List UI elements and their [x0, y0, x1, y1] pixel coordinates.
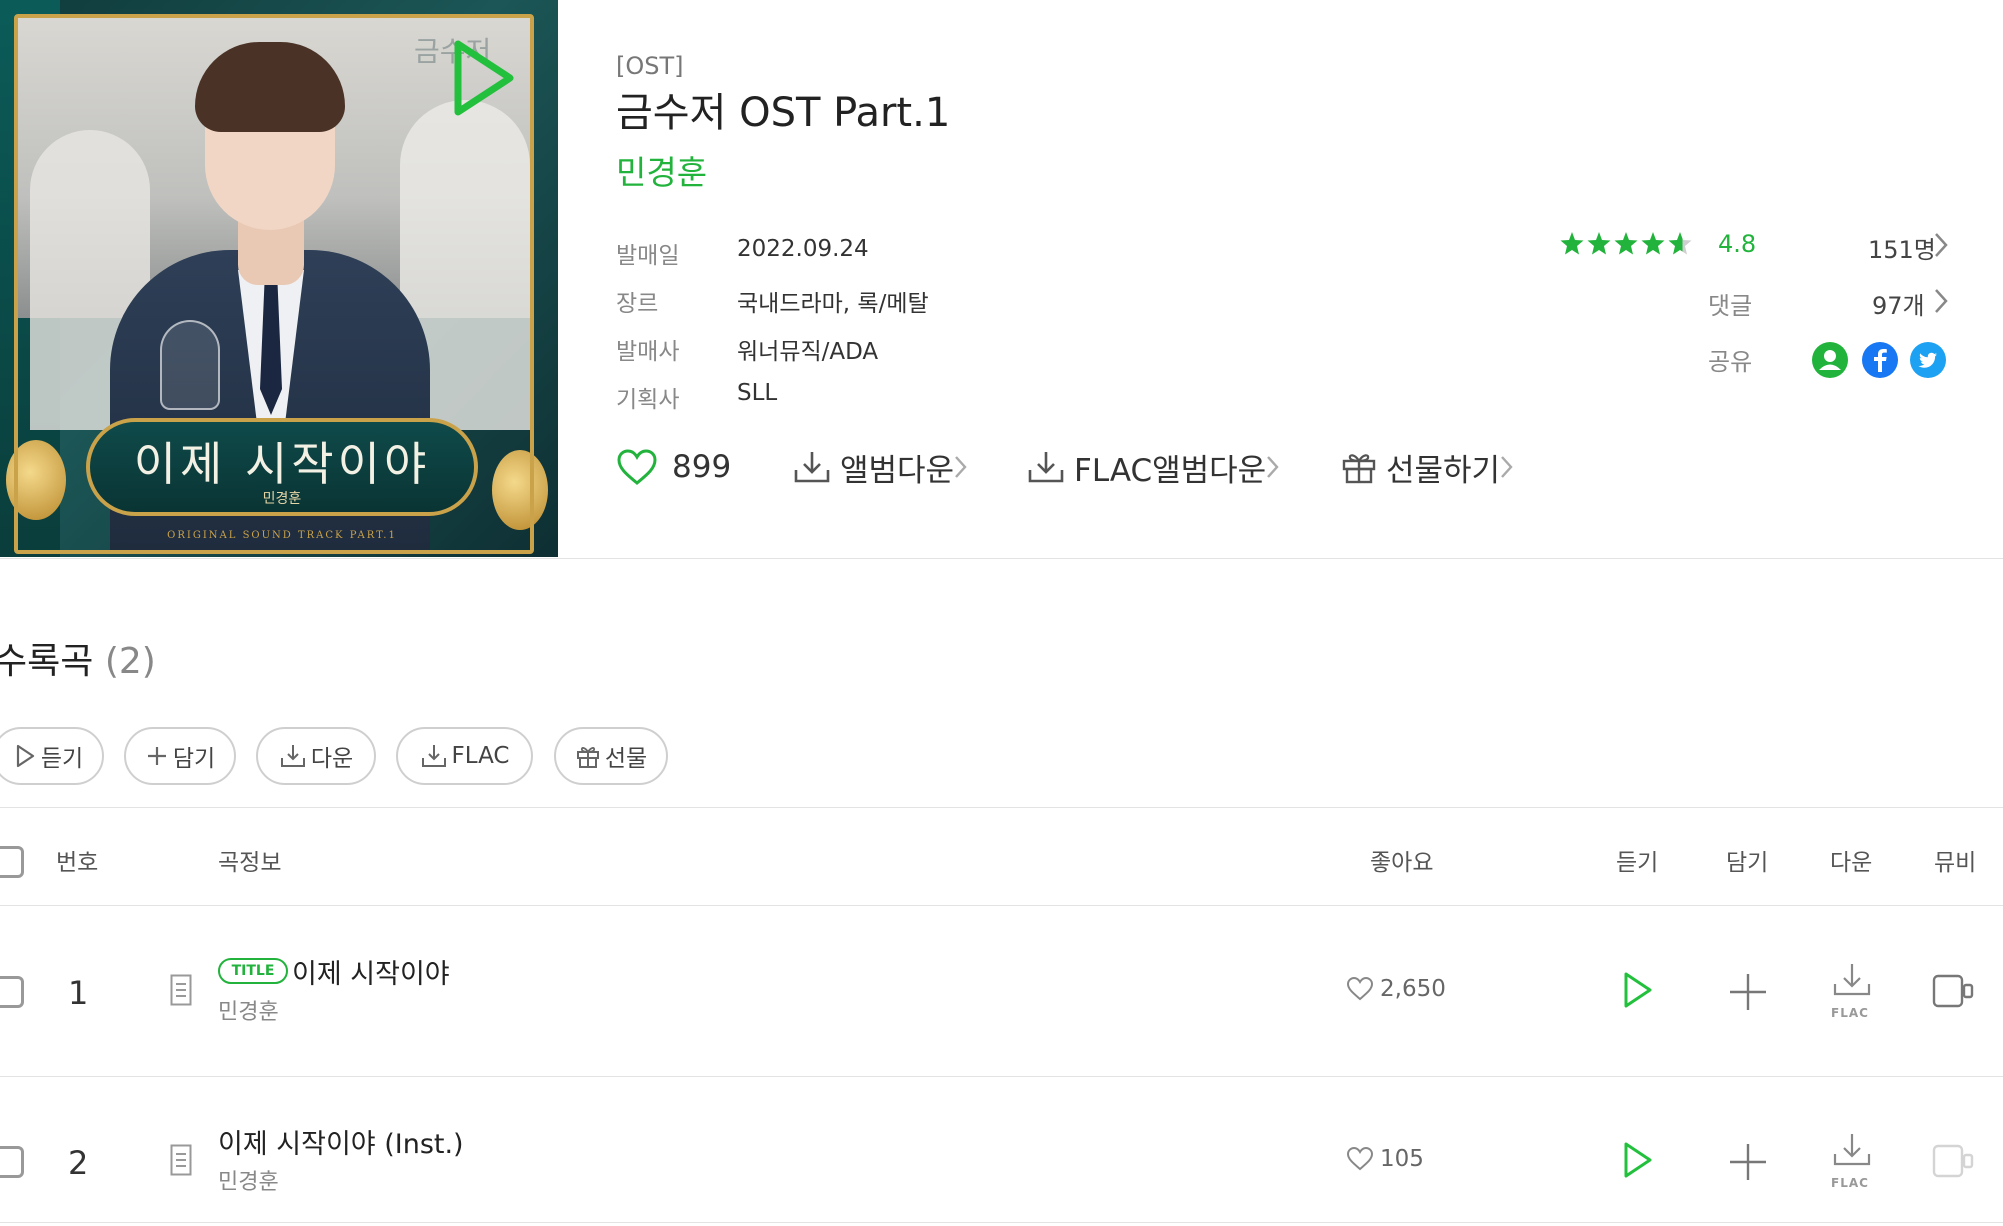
track-like-count: 2,650	[1380, 976, 1446, 1002]
publisher-value: 워너뮤직/ADA	[737, 339, 879, 365]
chevron-right-icon	[1935, 233, 1948, 257]
add-to-playlist-icon[interactable]	[1728, 972, 1768, 1012]
music-video-icon-disabled	[1932, 1144, 1974, 1178]
track-artist-link[interactable]: 민경훈	[218, 1164, 279, 1196]
music-video-icon[interactable]	[1932, 974, 1974, 1008]
track-number: 1	[68, 974, 89, 1012]
heart-icon	[617, 449, 657, 485]
plus-icon	[147, 747, 166, 765]
download-selected-button[interactable]: 다운	[256, 727, 376, 785]
gift-selected-label: 선물	[604, 746, 648, 772]
album-download-label: 앨범다운	[840, 452, 955, 489]
track-checkbox[interactable]	[0, 1146, 24, 1178]
row-divider	[0, 1076, 2003, 1077]
column-header-number: 번호	[56, 850, 99, 876]
column-header-download: 다운	[1830, 850, 1873, 876]
heart-icon	[1346, 1146, 1374, 1171]
album-type-tag: [OST]	[616, 52, 684, 80]
album-title: 금수저 OST Part.1	[616, 90, 951, 136]
album-artist-link[interactable]: 민경훈	[616, 146, 707, 194]
add-selected-label: 담기	[172, 746, 216, 772]
title-track-badge: TITLE	[218, 958, 288, 984]
track-title-link[interactable]: 이제 시작이야	[292, 952, 450, 991]
publisher-label: 발매사	[616, 339, 680, 365]
rating-count-link[interactable]: 151명	[1868, 230, 1936, 265]
twitter-icon[interactable]	[1910, 342, 1946, 378]
track-like-button[interactable]: 105	[1346, 1146, 1424, 1172]
column-header-listen: 듣기	[1616, 850, 1659, 876]
lyrics-info-icon[interactable]	[170, 1144, 192, 1176]
chevron-right-icon	[1935, 289, 1948, 313]
release-date-label: 발매일	[616, 243, 680, 269]
chevron-right-icon	[1267, 456, 1279, 478]
share-label: 공유	[1708, 348, 1753, 376]
download-icon	[794, 452, 830, 483]
release-date-value: 2022.09.24	[737, 236, 869, 262]
add-selected-button[interactable]: 담기	[124, 727, 236, 785]
facebook-icon[interactable]	[1862, 342, 1898, 378]
flac-selected-button[interactable]: FLAC	[396, 727, 533, 785]
gift-album-label: 선물하기	[1386, 452, 1501, 489]
section-divider	[0, 558, 2003, 559]
table-header-divider	[0, 905, 2003, 906]
comments-count-link[interactable]: 97개	[1872, 286, 1925, 321]
tracklist-heading: 수록곡 (2)	[0, 632, 156, 684]
cover-play-icon[interactable]	[448, 36, 518, 120]
play-icon	[16, 744, 34, 768]
flac-label: FLAC	[1831, 1176, 1869, 1190]
chevron-right-icon	[1501, 456, 1513, 478]
download-icon[interactable]	[1832, 962, 1872, 1002]
column-header-add: 담기	[1726, 850, 1769, 876]
column-header-mv: 뮤비	[1934, 850, 1977, 876]
album-download-button[interactable]: 앨범다운	[792, 442, 968, 492]
genre-label: 장르	[616, 291, 659, 317]
tracklist-title: 수록곡	[0, 641, 94, 682]
track-artist-link[interactable]: 민경훈	[218, 994, 279, 1026]
rating-score: 4.8	[1718, 230, 1757, 258]
lyrics-info-icon[interactable]	[170, 974, 192, 1006]
chevron-right-icon	[955, 456, 967, 478]
track-like-button[interactable]: 2,650	[1346, 976, 1446, 1002]
row-divider	[0, 1222, 2003, 1223]
like-album-button[interactable]: 899	[616, 442, 731, 492]
gift-icon	[1342, 454, 1376, 484]
profile-icon[interactable]	[1812, 342, 1848, 378]
agency-value: SLL	[737, 380, 778, 406]
gift-album-button[interactable]: 선물하기	[1340, 442, 1514, 492]
comments-label: 댓글	[1708, 292, 1753, 320]
track-checkbox[interactable]	[0, 976, 24, 1008]
flac-album-download-label: FLAC앨범다운	[1074, 452, 1267, 489]
play-icon[interactable]	[1620, 1140, 1654, 1180]
download-icon	[280, 745, 305, 767]
flac-selected-label: FLAC	[451, 743, 510, 769]
flac-label: FLAC	[1831, 1006, 1869, 1020]
play-icon[interactable]	[1620, 970, 1654, 1010]
track-like-count: 105	[1380, 1146, 1424, 1172]
track-title-link[interactable]: 이제 시작이야 (Inst.)	[218, 1122, 464, 1161]
download-icon[interactable]	[1832, 1132, 1872, 1172]
genre-value: 국내드라마, 록/메탈	[737, 291, 929, 317]
agency-label: 기획사	[616, 387, 680, 413]
download-icon	[1028, 452, 1064, 483]
album-like-count: 899	[672, 449, 732, 485]
listen-selected-label: 듣기	[40, 746, 84, 772]
download-icon	[421, 745, 446, 767]
add-to-playlist-icon[interactable]	[1728, 1142, 1768, 1182]
column-header-info: 곡정보	[218, 850, 282, 876]
table-top-divider	[0, 807, 2003, 808]
column-header-likes: 좋아요	[1370, 850, 1434, 876]
gift-icon	[576, 747, 599, 768]
flac-album-download-button[interactable]: FLAC앨범다운	[1026, 442, 1280, 492]
select-all-checkbox[interactable]	[0, 846, 24, 878]
download-selected-label: 다운	[310, 746, 354, 772]
tracklist-count: (2)	[104, 641, 156, 682]
rating-stars	[1560, 232, 1692, 255]
heart-icon	[1346, 976, 1374, 1001]
listen-selected-button[interactable]: 듣기	[0, 727, 104, 785]
track-number: 2	[68, 1144, 89, 1182]
gift-selected-button[interactable]: 선물	[554, 727, 668, 785]
album-cover[interactable]: 이제 시작이야 민경훈 ORIGINAL SOUND TRACK PART.1 …	[0, 0, 558, 557]
